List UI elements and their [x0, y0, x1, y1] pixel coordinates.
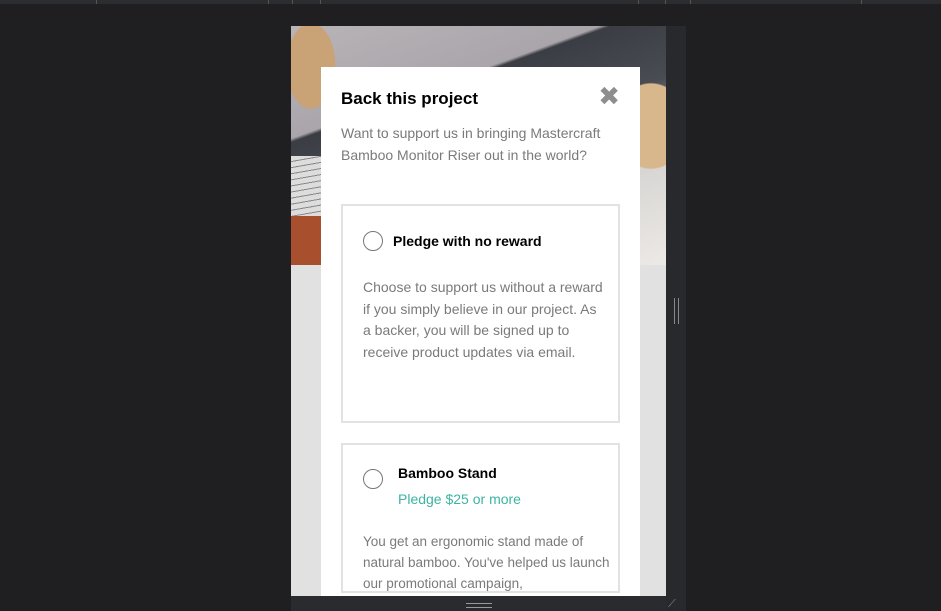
resize-handle-vertical[interactable] [674, 298, 679, 324]
option-description: Choose to support us without a reward if… [363, 279, 603, 360]
device-viewport: Back this project ✖ Want to support us i… [291, 26, 666, 596]
pledge-amount: Pledge $25 or more [398, 491, 521, 507]
radio-button[interactable] [363, 469, 383, 489]
back-project-modal: Back this project ✖ Want to support us i… [321, 67, 640, 596]
resize-handle-horizontal[interactable] [466, 603, 492, 608]
close-icon[interactable]: ✖ [598, 83, 620, 109]
option-name: Pledge with no reward [393, 233, 542, 249]
top-toolbar [0, 0, 941, 4]
pledge-option-bamboo-stand[interactable]: Bamboo Stand Pledge $25 or more You get … [341, 443, 620, 593]
modal-intro: Want to support us in bringing Mastercra… [341, 125, 601, 163]
radio-button[interactable] [363, 231, 383, 251]
modal-title: Back this project [341, 89, 478, 108]
option-name: Bamboo Stand [398, 465, 497, 481]
option-description: You get an ergonomic stand made of natur… [363, 534, 610, 591]
resize-corner-icon[interactable]: ⟋ [668, 598, 682, 610]
pledge-option-no-reward[interactable]: Pledge with no reward Choose to support … [341, 204, 620, 423]
